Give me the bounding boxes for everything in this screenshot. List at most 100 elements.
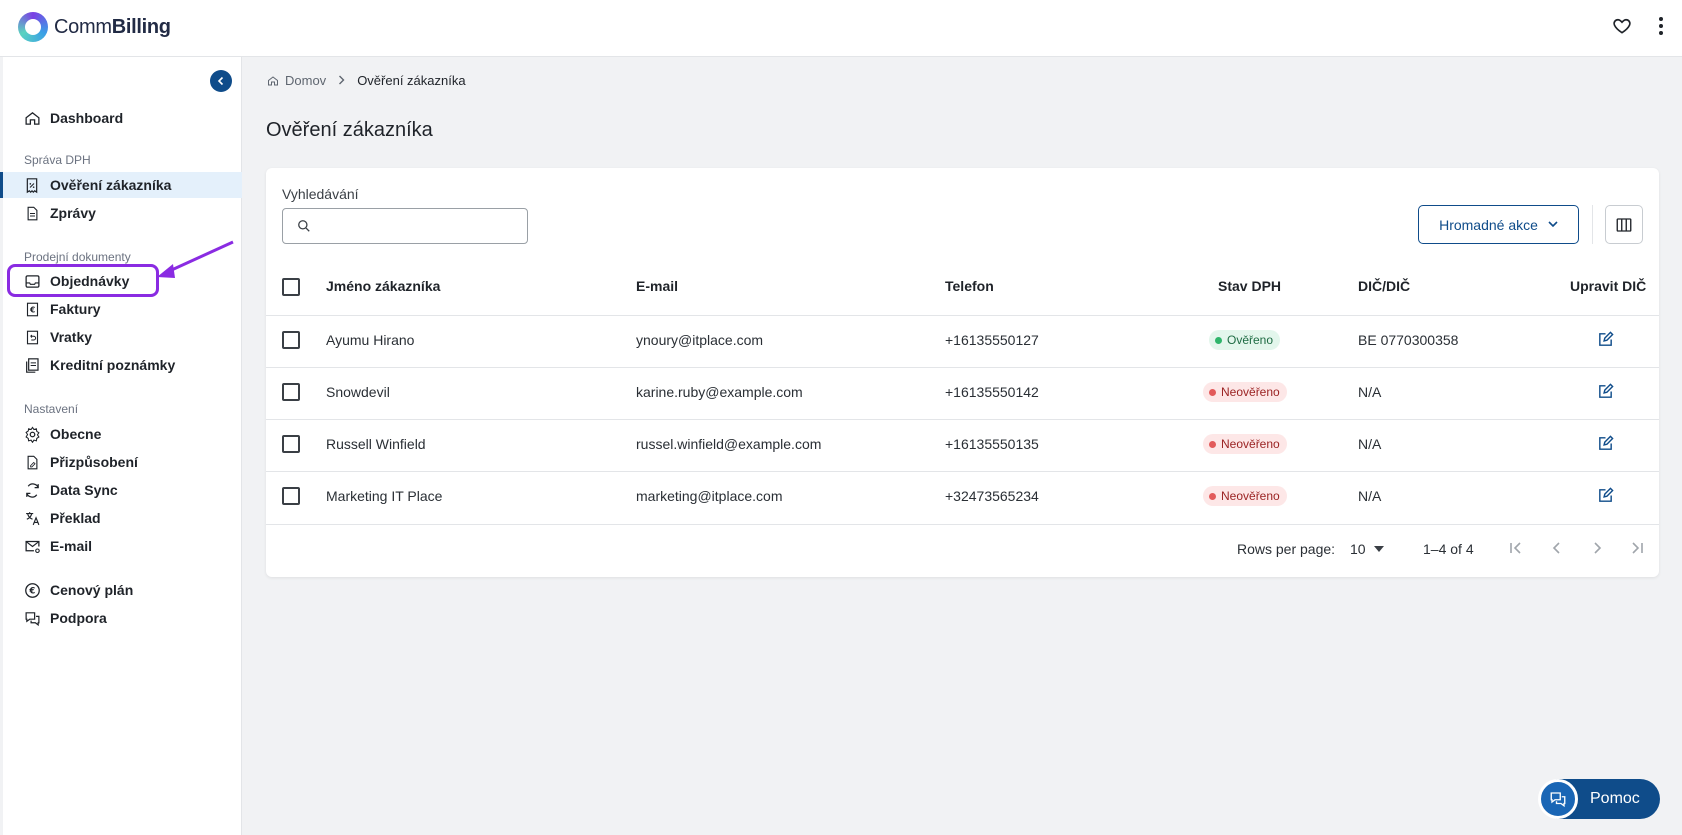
chat-bubbles-icon [1538,779,1578,819]
column-header-vat-status[interactable]: Stav DPH [1218,278,1281,294]
help-label: Pomoc [1590,790,1640,807]
rows-per-page-select[interactable]: 10 [1350,541,1384,557]
sidebar-item-label: Kreditní poznámky [50,357,176,373]
sidebar-item-label: Obecne [50,426,102,442]
breadcrumb: Domov Ověření zákazníka [267,73,466,88]
cell-name: Ayumu Hirano [326,332,415,348]
bulk-actions-button[interactable]: Hromadné akce [1418,205,1579,244]
row-checkbox[interactable] [282,383,300,401]
cell-vat-id: N/A [1358,384,1382,400]
annotation-highlight-box [7,264,159,297]
home-icon [23,109,41,127]
column-header-name[interactable]: Jméno zákazníka [326,278,440,294]
column-header-email[interactable]: E-mail [636,278,678,294]
favorite-heart-icon[interactable] [1612,16,1632,36]
mail-settings-icon [23,537,41,555]
home-icon[interactable] [267,75,279,87]
search-input[interactable] [319,218,519,234]
first-page-icon[interactable] [1508,540,1524,556]
sidebar-item-label: E-mail [50,538,93,554]
help-button[interactable]: Pomoc [1538,779,1660,819]
cell-name: Russell Winfield [326,436,426,452]
cell-vat-id: N/A [1358,488,1382,504]
row-divider [266,471,1659,472]
top-bar: CommBilling [0,0,1682,57]
column-header-phone[interactable]: Telefon [945,278,994,294]
sidebar-item-price-plan[interactable]: € Cenový plán [3,577,242,603]
next-page-icon[interactable] [1589,540,1605,556]
edit-icon[interactable] [1597,435,1614,452]
edit-icon[interactable] [1597,487,1614,504]
collapse-sidebar-button[interactable] [210,70,232,92]
cell-phone: +16135550135 [945,436,1039,452]
cell-phone: +16135550142 [945,384,1039,400]
section-label-settings: Nastavení [24,402,79,416]
select-all-checkbox[interactable] [282,278,300,296]
sidebar-item-data-sync[interactable]: Data Sync [3,477,242,503]
cell-name: Snowdevil [326,384,390,400]
logo-text: CommBilling [54,15,171,38]
sidebar-item-reports[interactable]: Zprávy [3,200,242,226]
sidebar-item-label: Data Sync [50,482,118,498]
row-divider [266,315,1659,316]
stacked-documents-icon [23,356,41,374]
logo[interactable]: CommBilling [18,12,171,42]
sync-icon [23,481,41,499]
columns-button[interactable] [1605,205,1643,244]
sidebar-item-label: Cenový plán [50,582,134,598]
last-page-icon[interactable] [1629,540,1645,556]
sidebar-item-dashboard[interactable]: Dashboard [3,105,242,131]
more-vert-icon[interactable] [1658,16,1664,36]
translate-icon [23,509,41,527]
document-icon [23,204,41,222]
sidebar-item-label: Ověření zákazníka [50,177,172,193]
section-label-vat: Správa DPH [24,153,91,167]
sidebar-item-label: Vratky [50,329,93,345]
edit-icon[interactable] [1597,331,1614,348]
rows-per-page-value: 10 [1350,541,1366,557]
search-field[interactable] [282,208,528,244]
sidebar-item-returns[interactable]: Vratky [3,324,242,350]
cell-phone: +32473565234 [945,488,1039,504]
sidebar-item-general[interactable]: Obecne [3,421,242,447]
sidebar-item-support[interactable]: Podpora [3,605,242,631]
cell-phone: +16135550127 [945,332,1039,348]
return-document-icon [23,328,41,346]
toolbar-divider [1592,205,1593,244]
page-title: Ověření zákazníka [266,119,433,141]
edit-icon[interactable] [1597,383,1614,400]
sidebar-item-customization[interactable]: Přizpůsobení [3,449,242,475]
sidebar-item-label: Přizpůsobení [50,454,138,470]
sidebar-item-credit-notes[interactable]: Kreditní poznámky [3,352,242,378]
row-checkbox[interactable] [282,331,300,349]
sidebar-item-email[interactable]: E-mail [3,533,242,559]
column-header-vat-id[interactable]: DIČ/DIČ [1358,278,1410,294]
cell-vat-id: BE 0770300358 [1358,332,1459,348]
column-header-edit: Upravit DIČ [1570,278,1647,294]
row-checkbox[interactable] [282,487,300,505]
sidebar-item-customer-verification[interactable]: Ověření zákazníka [0,172,242,198]
annotation-arrow-icon [157,240,234,278]
logo-icon [18,12,48,42]
previous-page-icon[interactable] [1549,540,1565,556]
document-edit-icon [23,453,41,471]
columns-icon [1616,217,1632,232]
row-checkbox[interactable] [282,435,300,453]
row-divider [266,367,1659,368]
breadcrumb-home-link[interactable]: Domov [285,73,326,88]
sidebar-item-label: Dashboard [50,110,124,126]
svg-text:€: € [28,586,35,596]
chevron-left-icon [217,76,224,86]
svg-text:€: € [29,305,35,314]
sidebar-item-invoices[interactable]: € Faktury [3,296,242,322]
customer-table-card: Vyhledávání Hromadné akce Jméno zákazník… [266,168,1659,577]
cell-vat-id: N/A [1358,436,1382,452]
sidebar: Dashboard Správa DPH Ověření zákazníka Z… [0,57,242,835]
search-icon [298,220,310,232]
cell-email: ynoury@itplace.com [636,332,764,348]
cell-name: Marketing IT Place [326,488,443,504]
status-badge: Neověřeno [1203,382,1287,402]
status-badge: Ověřeno [1209,330,1281,350]
sidebar-item-translation[interactable]: Překlad [3,505,242,531]
breadcrumb-current: Ověření zákazníka [357,73,466,88]
